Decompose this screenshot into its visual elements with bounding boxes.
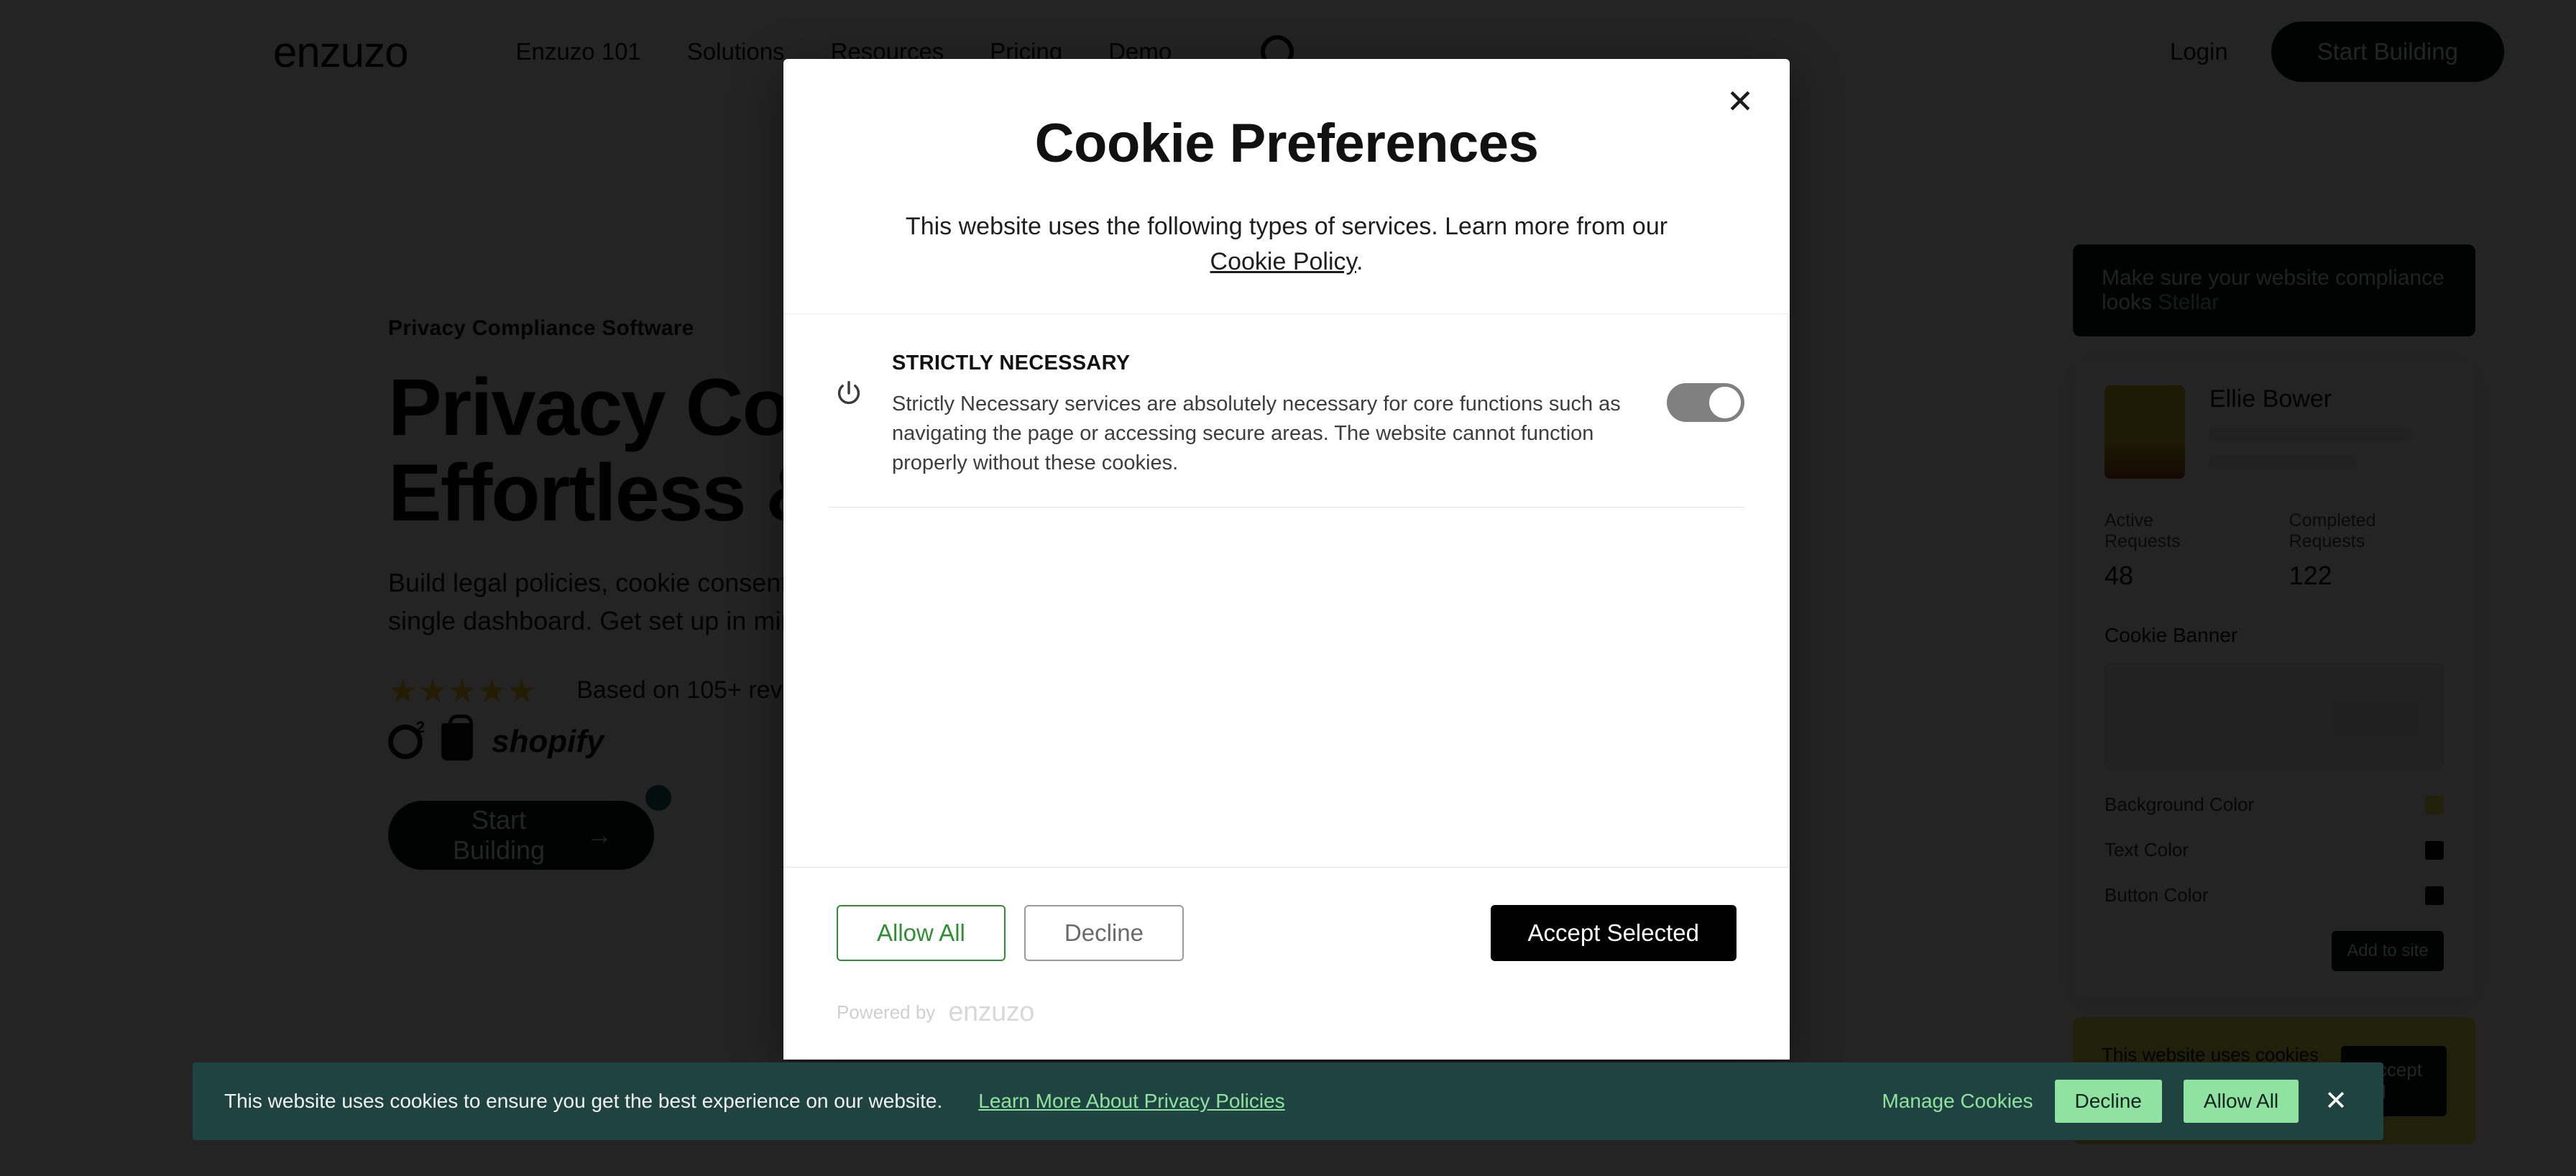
- service-description: Strictly Necessary services are absolute…: [892, 392, 1621, 474]
- decline-button[interactable]: Decline: [1024, 905, 1184, 961]
- close-icon[interactable]: ✕: [2320, 1088, 2352, 1115]
- modal-description: This website uses the following types of…: [873, 209, 1700, 280]
- power-icon: [829, 377, 869, 410]
- powered-by-label: Powered by: [837, 1001, 936, 1023]
- modal-description-period: .: [1356, 248, 1363, 276]
- banner-learn-more-link[interactable]: Learn More About Privacy Policies: [978, 1090, 1284, 1113]
- enzuzo-logo: enzuzo: [948, 997, 1034, 1027]
- allow-all-button[interactable]: Allow All: [837, 905, 1006, 961]
- service-name: STRICTLY NECESSARY: [892, 351, 1131, 375]
- cookie-preferences-modal: ✕ Cookie Preferences This website uses t…: [783, 59, 1790, 1060]
- banner-allow-all-button[interactable]: Allow All: [2183, 1080, 2299, 1123]
- service-row-strictly-necessary: STRICTLY NECESSARY Strictly Necessary se…: [829, 314, 1744, 508]
- cookie-policy-link[interactable]: Cookie Policy: [1210, 248, 1356, 275]
- modal-description-text: This website uses the following types of…: [905, 213, 1668, 240]
- banner-message: This website uses cookies to ensure you …: [224, 1090, 943, 1112]
- banner-actions: Manage Cookies Decline Allow All ✕: [1882, 1080, 2352, 1123]
- modal-title: Cookie Preferences: [1034, 113, 1539, 174]
- accept-selected-button[interactable]: Accept Selected: [1490, 905, 1736, 961]
- service-text: STRICTLY NECESSARY Strictly Necessary se…: [892, 352, 1644, 479]
- services-list: STRICTLY NECESSARY Strictly Necessary se…: [785, 313, 1788, 867]
- modal-footer: Allow All Decline Accept Selected Powere…: [783, 868, 1790, 1060]
- powered-by: Powered by enzuzo: [837, 997, 1736, 1028]
- close-icon[interactable]: ✕: [1716, 78, 1764, 125]
- modal-header: Cookie Preferences This website uses the…: [783, 59, 1790, 280]
- services-scroll-area[interactable]: STRICTLY NECESSARY Strictly Necessary se…: [783, 313, 1790, 868]
- service-toggle-strictly-necessary[interactable]: [1667, 382, 1744, 422]
- banner-decline-button[interactable]: Decline: [2054, 1080, 2162, 1123]
- manage-cookies-link[interactable]: Manage Cookies: [1882, 1090, 2033, 1113]
- cookie-consent-banner: This website uses cookies to ensure you …: [193, 1062, 2383, 1140]
- modal-actions: Allow All Decline Accept Selected: [837, 905, 1736, 961]
